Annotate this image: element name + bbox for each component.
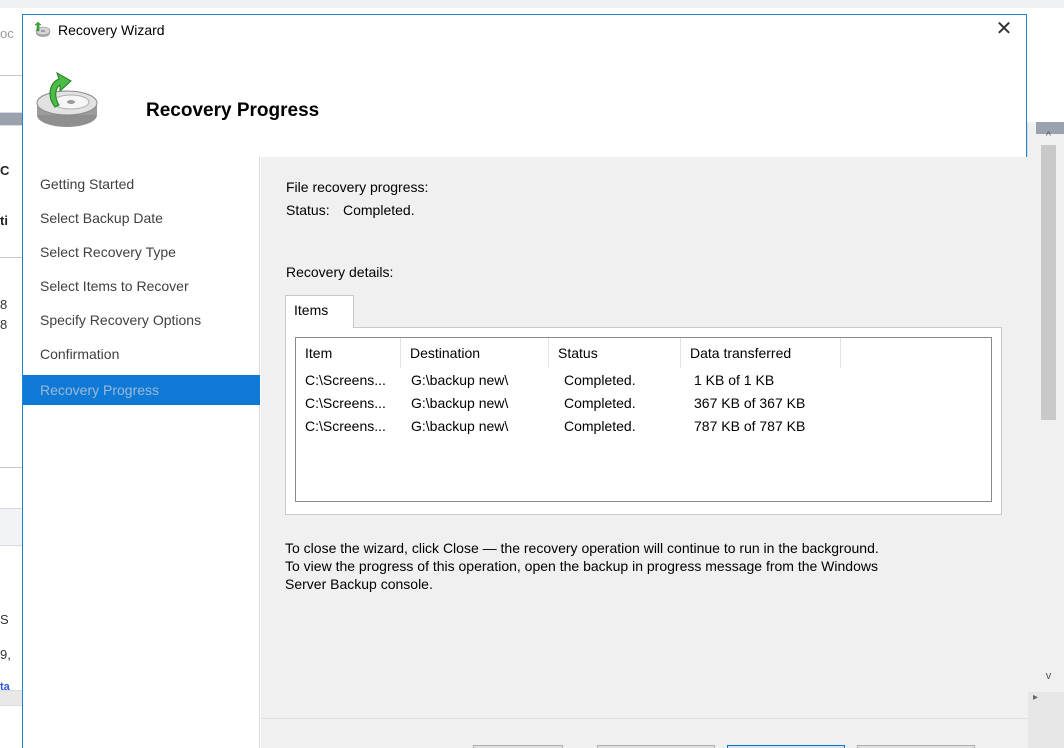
background-fragment: ti — [0, 213, 8, 228]
background-fragment: 9, — [0, 647, 11, 662]
cell-status: Completed. — [564, 418, 636, 434]
background-title-strip — [0, 0, 1064, 8]
wizard-steps-sidebar: Getting Started Select Backup Date Selec… — [23, 157, 260, 748]
status-label: Status: — [286, 202, 330, 218]
column-header-item[interactable]: Item — [296, 338, 401, 368]
page-title: Recovery Progress — [146, 100, 320, 121]
wizard-footer — [261, 718, 1028, 748]
background-fragment: 8 — [0, 297, 8, 312]
background-fragment: oc — [0, 26, 14, 41]
background-header-band — [0, 112, 22, 126]
column-header-destination[interactable]: Destination — [401, 338, 549, 368]
details-label: Recovery details: — [286, 264, 394, 280]
cell-item: C:\Screens... — [305, 418, 386, 434]
background-divider — [0, 467, 22, 468]
scroll-up-arrow[interactable]: ^ — [1041, 129, 1056, 143]
status-value: Completed. — [343, 202, 415, 218]
cell-data-transferred: 787 KB of 787 KB — [694, 418, 806, 434]
disk-restore-icon — [36, 71, 98, 127]
cell-destination: G:\backup new\ — [411, 372, 509, 388]
step-confirmation[interactable]: Confirmation — [23, 339, 260, 369]
background-bottom-band — [0, 690, 22, 706]
step-select-items[interactable]: Select Items to Recover — [23, 271, 260, 301]
recovery-items-list[interactable]: Item Destination Status Data transferred… — [295, 337, 992, 502]
cell-data-transferred: 367 KB of 367 KB — [694, 395, 806, 411]
note-line: Server Backup console. — [285, 576, 433, 592]
close-icon[interactable]: ✕ — [992, 19, 1016, 41]
note-line: To close the wizard, click Close — the r… — [285, 540, 879, 556]
close-instructions: To close the wizard, click Close — the r… — [285, 539, 1000, 593]
tab-items[interactable]: Items — [285, 295, 354, 328]
wizard-header: Recovery Progress — [23, 45, 1026, 157]
scroll-right-arrow[interactable]: ▸ — [1033, 692, 1038, 703]
scroll-down-arrow[interactable]: v — [1041, 669, 1056, 683]
cell-data-transferred: 1 KB of 1 KB — [694, 372, 775, 388]
cell-item: C:\Screens... — [305, 395, 386, 411]
background-divider — [0, 257, 22, 258]
title-bar[interactable]: Recovery Wizard ✕ — [23, 15, 1026, 45]
background-divider — [0, 75, 22, 76]
step-getting-started[interactable]: Getting Started — [23, 169, 260, 199]
background-fragment: C — [0, 163, 10, 178]
step-specify-options[interactable]: Specify Recovery Options — [23, 305, 260, 335]
background-fragment: S — [0, 612, 9, 627]
step-select-backup-date[interactable]: Select Backup Date — [23, 203, 260, 233]
scrollbar-thumb[interactable] — [1041, 145, 1056, 420]
column-header-data-transferred[interactable]: Data transferred — [681, 338, 841, 368]
step-select-recovery-type[interactable]: Select Recovery Type — [23, 237, 260, 267]
cell-destination: G:\backup new\ — [411, 395, 509, 411]
step-recovery-progress[interactable]: Recovery Progress — [23, 375, 260, 405]
window-title: Recovery Wizard — [58, 22, 165, 38]
tab-items-label: Items — [294, 302, 329, 318]
background-fragment: 8 — [0, 317, 8, 332]
note-line: To view the progress of this operation, … — [285, 558, 878, 574]
items-tab-panel: Item Destination Status Data transferred… — [285, 327, 1002, 515]
background-panel-band — [0, 508, 22, 546]
cell-status: Completed. — [564, 372, 636, 388]
progress-label: File recovery progress: — [286, 179, 429, 195]
column-header-status[interactable]: Status — [549, 338, 681, 368]
cell-item: C:\Screens... — [305, 372, 386, 388]
cell-destination: G:\backup new\ — [411, 418, 509, 434]
wizard-content: File recovery progress: Status: Complete… — [261, 157, 1028, 718]
recovery-wizard-icon — [34, 22, 51, 37]
cell-status: Completed. — [564, 395, 636, 411]
recovery-wizard-window: Recovery Wizard ✕ Recovery Progress Gett… — [22, 14, 1028, 748]
